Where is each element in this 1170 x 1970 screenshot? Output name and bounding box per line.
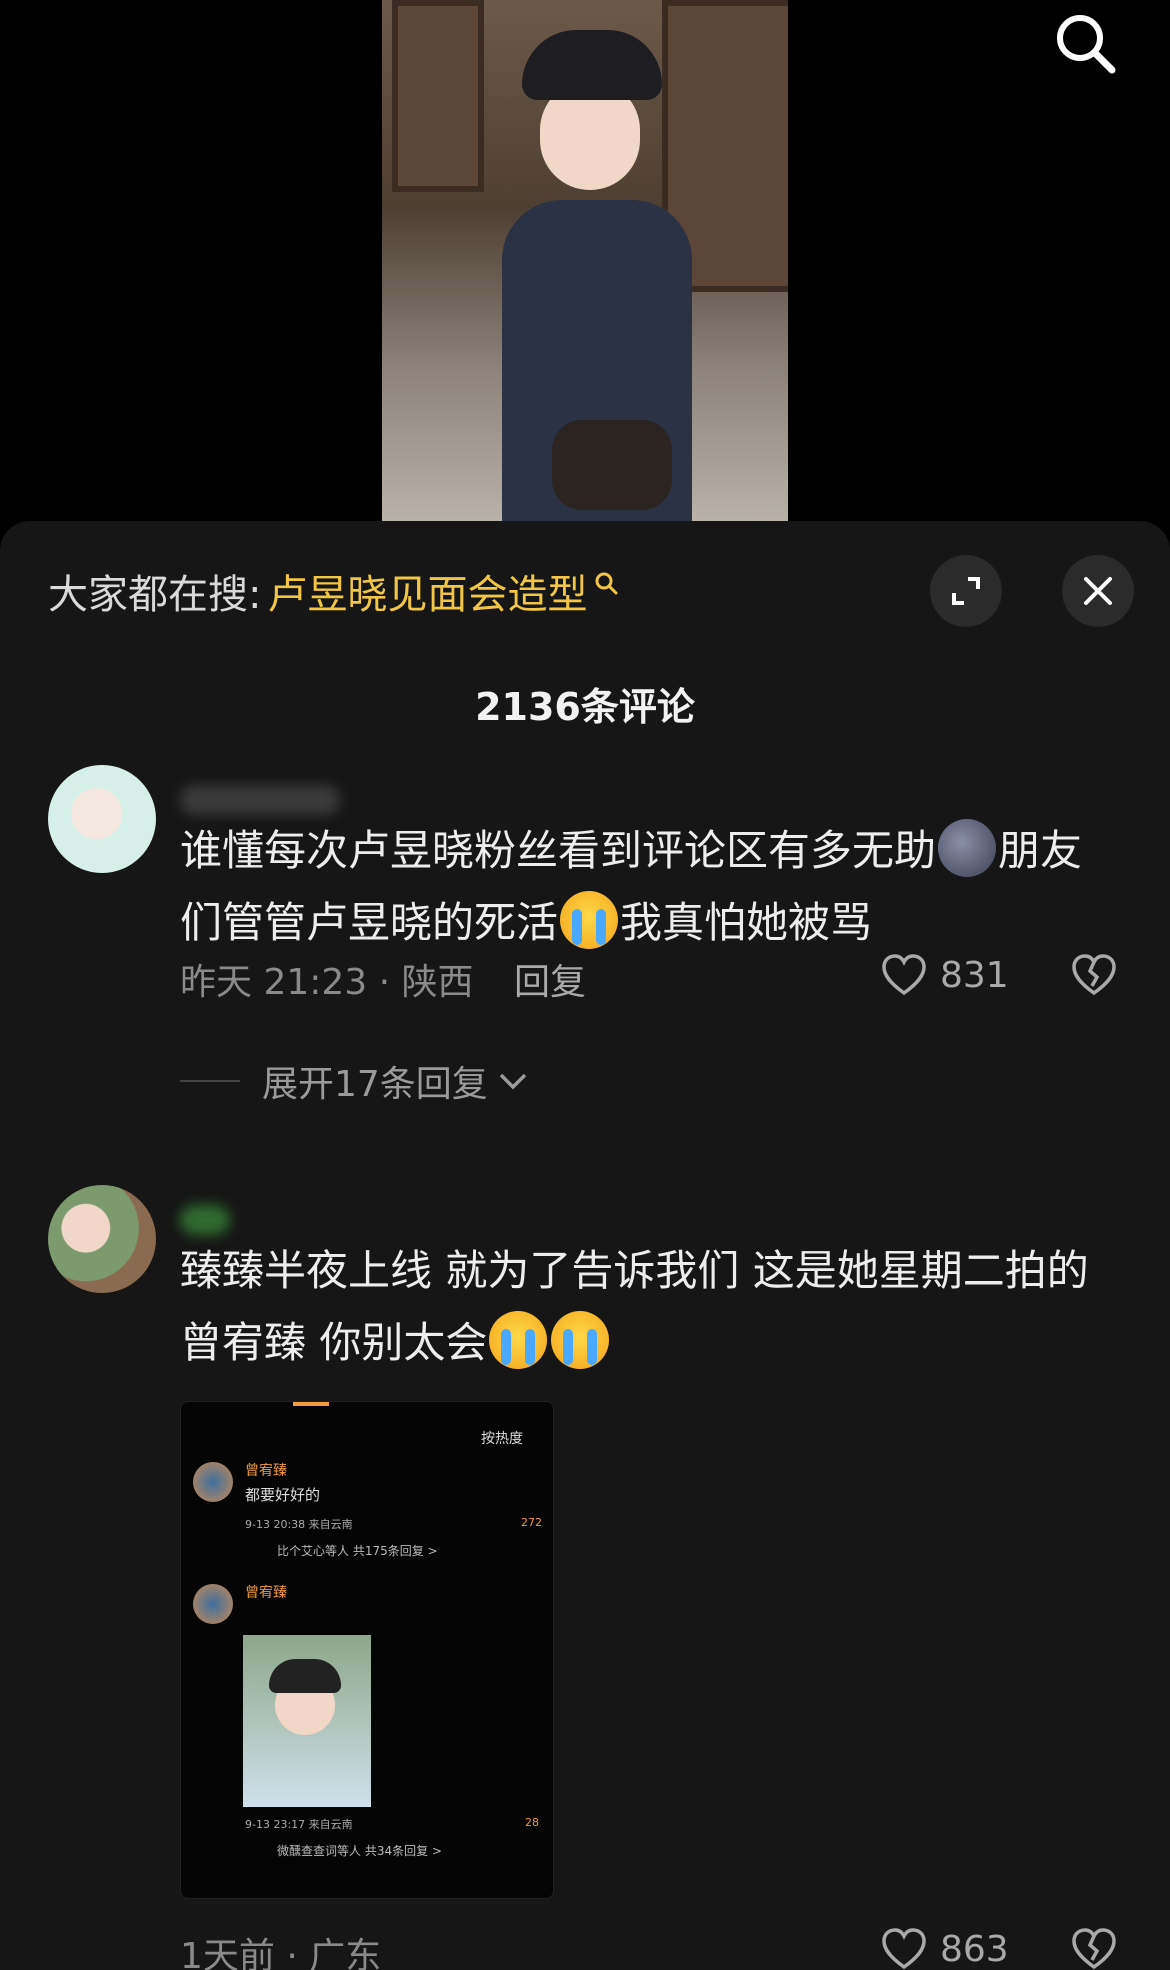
expand-icon bbox=[952, 577, 980, 605]
entry-photo bbox=[243, 1635, 371, 1807]
entry-likes: 272 bbox=[521, 1516, 542, 1529]
entry-name: 曾宥臻 bbox=[245, 1585, 287, 1601]
close-icon bbox=[1084, 577, 1112, 605]
avatar bbox=[193, 1462, 233, 1502]
entry-text: 都要好好的 bbox=[245, 1486, 321, 1504]
avatar[interactable] bbox=[48, 765, 156, 873]
chevron-down-icon bbox=[499, 1073, 527, 1090]
comment-text-part: 谁懂每次卢昱晓粉丝看到评论区有多无助 bbox=[180, 826, 937, 875]
moon-face-emoji-icon bbox=[938, 819, 997, 877]
search-small-icon bbox=[595, 572, 618, 595]
crying-face-emoji-icon bbox=[560, 891, 619, 949]
comment-sheet: 大家都在搜: 卢昱晓见面会造型 2136条评论 谁懂每次卢昱晓粉丝看到评论区有多… bbox=[0, 521, 1170, 1970]
trending-search-term[interactable]: 卢昱晓见面会造型 bbox=[267, 562, 587, 620]
close-button[interactable] bbox=[1062, 555, 1134, 627]
comment-meta: 昨天 21:23 · 陕西 回复 831 bbox=[180, 953, 1120, 1003]
trending-search-prefix: 大家都在搜: bbox=[48, 572, 262, 618]
photo-hat bbox=[269, 1659, 341, 1693]
reply-button[interactable]: 回复 bbox=[514, 953, 586, 1005]
fullscreen-button[interactable] bbox=[930, 555, 1002, 627]
entry-meta: 9-13 20:38 来自云南 bbox=[245, 1518, 353, 1531]
sort-label: 按热度 bbox=[481, 1431, 523, 1447]
broken-heart-icon[interactable] bbox=[1070, 953, 1118, 997]
comment-time-location: 1天前 · 广东 bbox=[180, 1936, 382, 1970]
username-blurred[interactable] bbox=[180, 1205, 230, 1235]
crying-face-emoji-icon bbox=[489, 1311, 548, 1369]
expand-replies-button[interactable]: 展开17条回复 bbox=[180, 1055, 528, 1107]
entry-name: 曾宥臻 bbox=[245, 1463, 287, 1479]
like-button[interactable]: 863 bbox=[880, 1927, 1009, 1970]
username-blurred[interactable] bbox=[180, 785, 340, 815]
comment-meta: 1天前 · 广东 863 bbox=[180, 1927, 1120, 1970]
entry-meta: 9-13 23:17 来自云南 bbox=[245, 1818, 353, 1831]
person-hat bbox=[522, 30, 662, 100]
avatar[interactable] bbox=[48, 1185, 156, 1293]
comment-count: 2136条评论 bbox=[475, 685, 695, 729]
attached-screenshot[interactable]: 按热度 曾宥臻 都要好好的 9-13 20:38 来自云南 272 比个艾心等人… bbox=[180, 1401, 554, 1899]
entry-replies: 微醺查查词等人 共34条回复 > bbox=[277, 1844, 442, 1858]
video-player[interactable] bbox=[0, 0, 1170, 521]
comment-text-part: 我真怕她被骂 bbox=[620, 898, 873, 947]
entry-replies: 比个艾心等人 共175条回复 > bbox=[277, 1544, 438, 1558]
like-count: 831 bbox=[940, 954, 1009, 996]
door-panel bbox=[392, 0, 484, 192]
like-button[interactable]: 831 bbox=[880, 953, 1009, 997]
comment-time-location: 昨天 21:23 · 陕西 bbox=[180, 962, 474, 1003]
comment-item: 谁懂每次卢昱晓粉丝看到评论区有多无助 朋友们管管卢昱晓的死活 我真怕她被骂 昨天 2… bbox=[0, 765, 1170, 1165]
comment-text: 臻臻半夜上线 就为了告诉我们 这是她星期二拍的 曾宥臻 你别太会 bbox=[180, 1235, 1100, 1379]
broken-heart-icon[interactable] bbox=[1070, 1927, 1118, 1970]
expand-replies-label: 展开17条回复 bbox=[262, 1064, 488, 1105]
person-bag bbox=[552, 420, 672, 510]
video-frame[interactable] bbox=[382, 0, 788, 521]
comment-text: 谁懂每次卢昱晓粉丝看到评论区有多无助 朋友们管管卢昱晓的死活 我真怕她被骂 bbox=[180, 815, 1100, 959]
divider-line bbox=[180, 1080, 240, 1082]
tab-indicator bbox=[293, 1402, 329, 1406]
crying-face-emoji-icon bbox=[551, 1311, 610, 1369]
avatar bbox=[193, 1584, 233, 1624]
heart-icon bbox=[882, 954, 926, 996]
search-icon[interactable] bbox=[1050, 8, 1120, 78]
comment-item: 臻臻半夜上线 就为了告诉我们 这是她星期二拍的 曾宥臻 你别太会 按热度 曾宥臻… bbox=[0, 1185, 1170, 1970]
comment-text-part: 臻臻半夜上线 就为了告诉我们 这是她星期二拍的 曾宥臻 你别太会 bbox=[180, 1246, 1089, 1367]
like-count: 863 bbox=[940, 1928, 1009, 1970]
trending-search[interactable]: 大家都在搜: 卢昱晓见面会造型 bbox=[48, 559, 619, 623]
entry-likes: 28 bbox=[525, 1816, 539, 1829]
heart-icon bbox=[882, 1928, 926, 1970]
